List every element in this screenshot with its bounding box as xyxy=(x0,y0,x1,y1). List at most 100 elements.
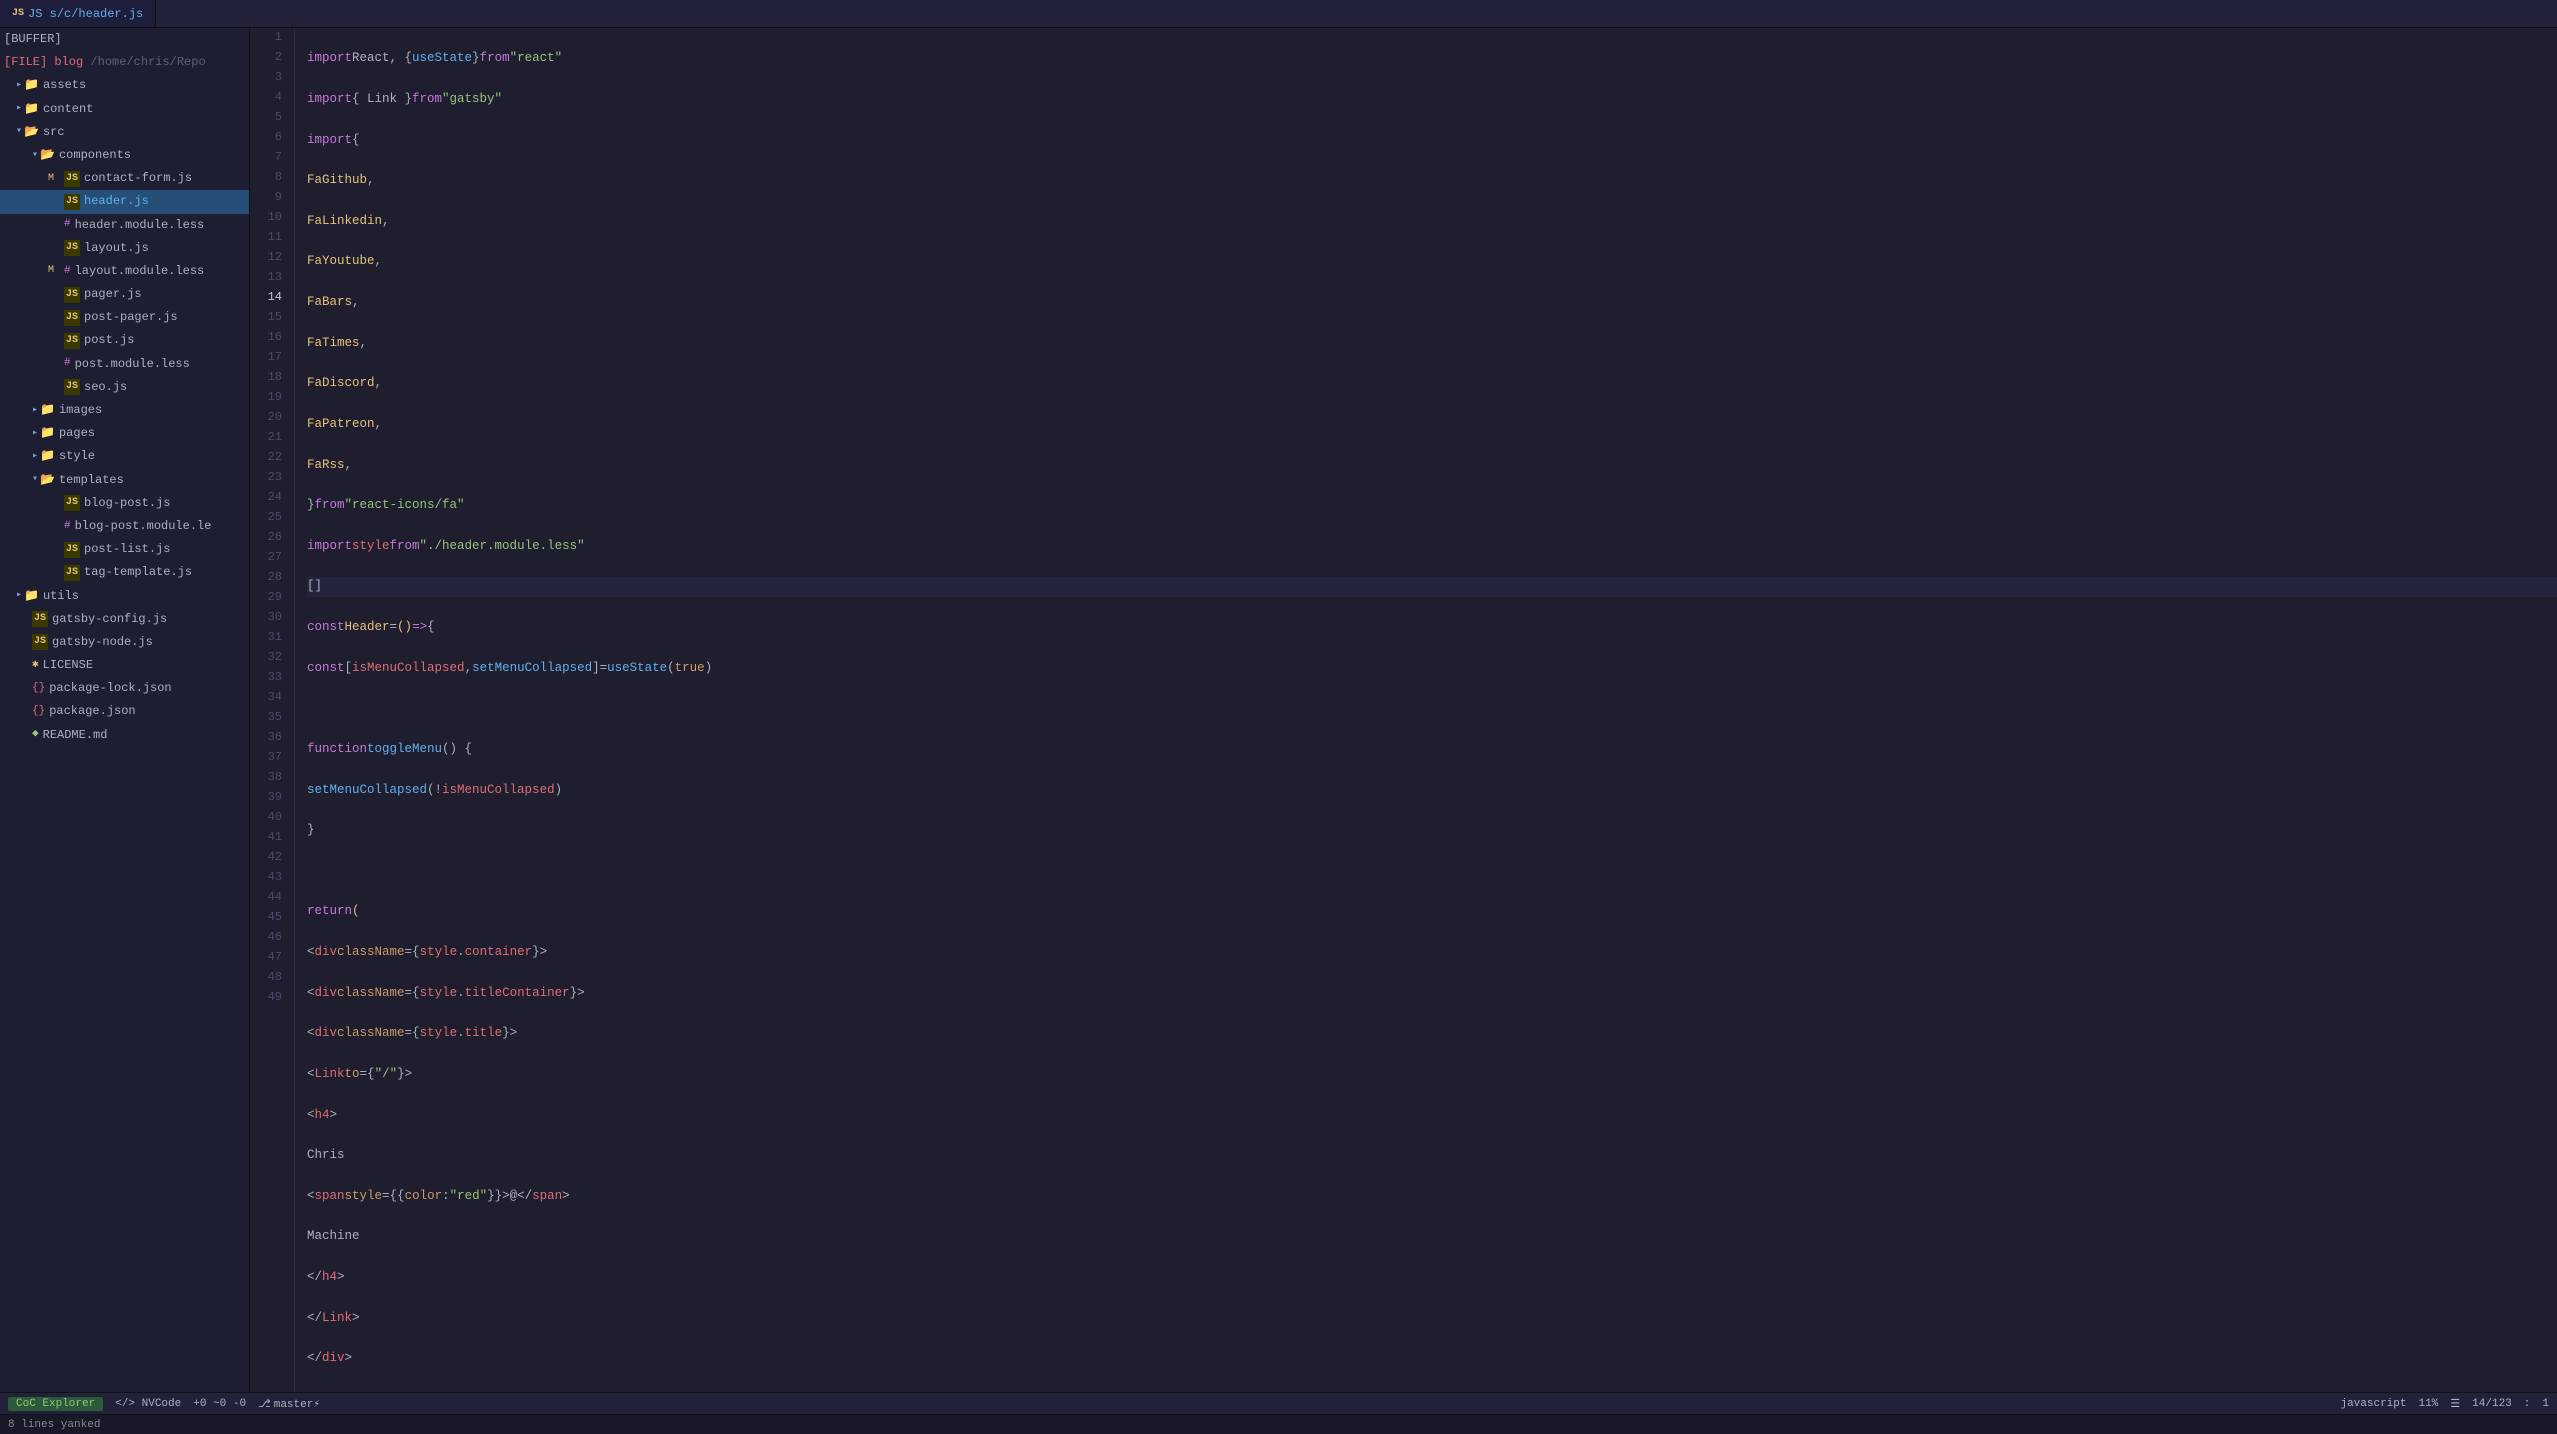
line-num: 32 xyxy=(258,648,282,668)
line-num: 38 xyxy=(258,768,282,788)
sidebar-item-post[interactable]: JS post.js xyxy=(0,329,249,352)
code-line: FaDiscord, xyxy=(307,374,2557,394)
line-num: 40 xyxy=(258,808,282,828)
line-num: 31 xyxy=(258,628,282,648)
col-separator: : xyxy=(2524,1398,2531,1410)
line-num: 19 xyxy=(258,388,282,408)
sidebar-item-readme[interactable]: ◆ README.md xyxy=(0,724,249,747)
sidebar-item-label: LICENSE xyxy=(43,656,93,675)
code-line: const Header = () => { xyxy=(307,617,2557,637)
line-num: 20 xyxy=(258,408,282,428)
sidebar-item-label: pager.js xyxy=(84,285,142,304)
code-line: FaTimes, xyxy=(307,333,2557,353)
code-line: </Link> xyxy=(307,1308,2557,1328)
sidebar-item-license[interactable]: ✱ LICENSE xyxy=(0,654,249,677)
scroll-percent: 11% xyxy=(2418,1398,2438,1410)
line-num: 16 xyxy=(258,328,282,348)
sidebar-item-package-lock[interactable]: {} package-lock.json xyxy=(0,677,249,700)
code-line: <span style={{ color: "red" }}>@</span> xyxy=(307,1186,2557,1206)
hash-icon: # xyxy=(64,216,71,234)
sidebar-item-layout[interactable]: JS layout.js xyxy=(0,237,249,260)
code-line: FaPatreon, xyxy=(307,414,2557,434)
code-area: 1 2 3 4 5 6 7 8 9 10 11 12 13 14 15 16 1… xyxy=(250,28,2557,1392)
line-num: 11 xyxy=(258,228,282,248)
sidebar-item-layout-css[interactable]: M # layout.module.less xyxy=(0,260,249,283)
branch-icon: ⎇ xyxy=(258,1397,271,1411)
code-line xyxy=(307,861,2557,881)
sidebar-item-header[interactable]: JS header.js xyxy=(0,190,249,213)
js-icon: JS xyxy=(64,287,80,303)
file-explorer: [BUFFER] [FILE] blog /home/chris/Repo ▸ … xyxy=(0,28,250,1392)
sidebar-item-label: post-pager.js xyxy=(84,308,178,327)
sidebar-item-label: templates xyxy=(59,471,124,490)
sidebar-item-label: tag-template.js xyxy=(84,563,192,582)
code-line: </div> xyxy=(307,1349,2557,1369)
sidebar-item-post-css[interactable]: # post.module.less xyxy=(0,353,249,376)
sidebar-item-templates[interactable]: ▾ 📂 templates xyxy=(0,469,249,492)
sidebar-item-header-css[interactable]: # header.module.less xyxy=(0,214,249,237)
column-position: 1 xyxy=(2542,1398,2549,1410)
sidebar-item-label: blog-post.module.le xyxy=(75,517,212,536)
sidebar-item-images[interactable]: ▸ 📁 images xyxy=(0,399,249,422)
folder-arrow-icon: ▸ xyxy=(16,78,22,94)
line-num: 24 xyxy=(258,488,282,508)
code-line: Chris xyxy=(307,1146,2557,1166)
line-num: 12 xyxy=(258,248,282,268)
folder-icon: 📁 xyxy=(24,587,39,606)
folder-icon: 📁 xyxy=(40,447,55,466)
sidebar-item-blog-post-css[interactable]: # blog-post.module.le xyxy=(0,515,249,538)
sidebar-item-pager[interactable]: JS pager.js xyxy=(0,283,249,306)
js-icon: JS xyxy=(64,171,80,187)
folder-icon: 📁 xyxy=(24,100,39,119)
sidebar-item-package[interactable]: {} package.json xyxy=(0,700,249,723)
line-num: 22 xyxy=(258,448,282,468)
sidebar-item-label: components xyxy=(59,146,131,165)
sidebar-item-gatsby-node[interactable]: JS gatsby-node.js xyxy=(0,631,249,654)
folder-arrow-icon: ▸ xyxy=(32,403,38,419)
line-num: 46 xyxy=(258,928,282,948)
sidebar-item-utils[interactable]: ▸ 📁 utils xyxy=(0,585,249,608)
modified-badge: M xyxy=(48,263,60,279)
folder-icon: 📂 xyxy=(40,146,55,165)
sidebar-item-post-pager[interactable]: JS post-pager.js xyxy=(0,306,249,329)
js-icon: JS xyxy=(64,310,80,326)
sidebar-item-label: layout.module.less xyxy=(75,262,205,281)
sidebar-item-label: package.json xyxy=(49,702,135,721)
sidebar-item-assets[interactable]: ▸ 📁 assets xyxy=(0,74,249,97)
sidebar-item-pages[interactable]: ▸ 📁 pages xyxy=(0,422,249,445)
sidebar-item-components[interactable]: ▾ 📂 components xyxy=(0,144,249,167)
folder-icon: 📂 xyxy=(40,471,55,490)
sidebar-item-seo[interactable]: JS seo.js xyxy=(0,376,249,399)
sidebar-item-tag-template[interactable]: JS tag-template.js xyxy=(0,561,249,584)
line-position: 14/123 xyxy=(2472,1398,2512,1410)
hash-icon: # xyxy=(64,263,71,281)
line-num: 18 xyxy=(258,368,282,388)
hash-icon: # xyxy=(64,355,71,373)
code-line: FaRss, xyxy=(307,455,2557,475)
js-icon: JS xyxy=(32,611,48,627)
js-icon: JS xyxy=(64,194,80,210)
status-left: CoC Explorer </> NVCode +0 ~0 -0 ⎇ maste… xyxy=(8,1397,320,1411)
active-tab[interactable]: JS JS s/c/header.js xyxy=(0,0,156,27)
sidebar-item-style[interactable]: ▸ 📁 style xyxy=(0,445,249,468)
line-num: 9 xyxy=(258,188,282,208)
sidebar-item-contact-form[interactable]: M JS contact-form.js xyxy=(0,167,249,190)
status-right: javascript 11% ☰ 14/123 : 1 xyxy=(2340,1397,2549,1411)
code-line: <div className={style.container}> xyxy=(307,942,2557,962)
buffer-header: [BUFFER] xyxy=(0,28,249,51)
sidebar-item-content[interactable]: ▸ 📁 content xyxy=(0,98,249,121)
sidebar-item-src[interactable]: ▾ 📂 src xyxy=(0,121,249,144)
sidebar-item-label: post.js xyxy=(84,331,134,350)
sidebar-item-gatsby-config[interactable]: JS gatsby-config.js xyxy=(0,608,249,631)
line-num: 47 xyxy=(258,948,282,968)
js-icon: JS xyxy=(64,240,80,256)
line-num: 28 xyxy=(258,568,282,588)
sidebar-item-post-list[interactable]: JS post-list.js xyxy=(0,538,249,561)
line-num: 36 xyxy=(258,728,282,748)
sidebar-item-label: contact-form.js xyxy=(84,169,192,188)
code-editor[interactable]: 1 2 3 4 5 6 7 8 9 10 11 12 13 14 15 16 1… xyxy=(250,28,2557,1392)
sidebar-item-blog-post[interactable]: JS blog-post.js xyxy=(0,492,249,515)
main-layout: [BUFFER] [FILE] blog /home/chris/Repo ▸ … xyxy=(0,28,2557,1392)
sidebar-item-label: header.module.less xyxy=(75,216,205,235)
code-line: function toggleMenu() { xyxy=(307,739,2557,759)
